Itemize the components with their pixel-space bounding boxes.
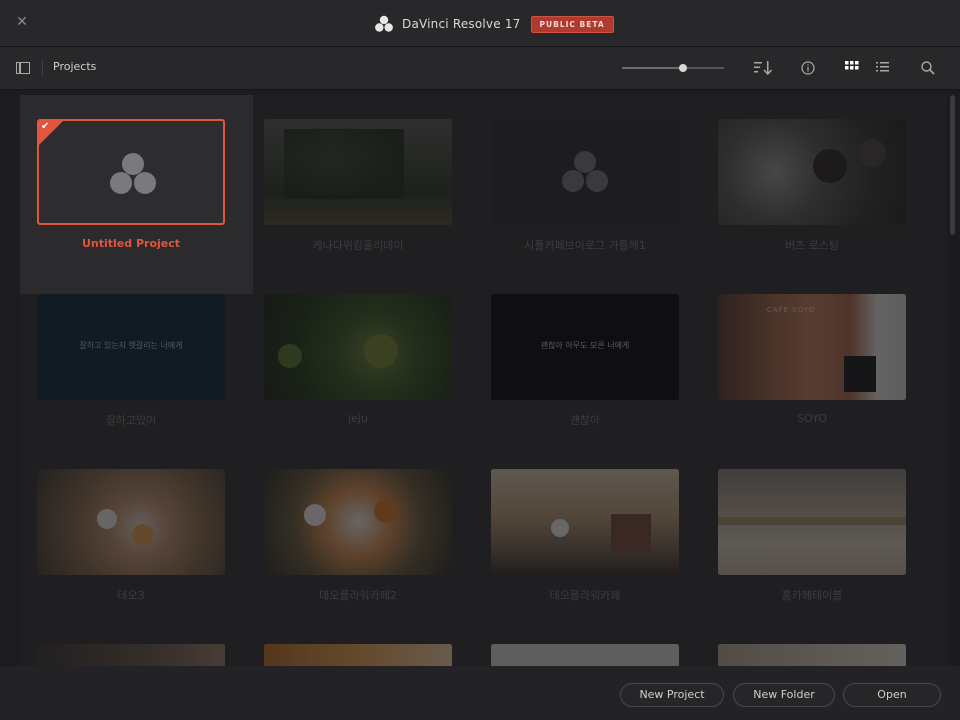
info-icon[interactable]	[800, 60, 816, 76]
open-button[interactable]: Open	[843, 683, 941, 707]
project-thumbnail	[491, 119, 679, 225]
new-folder-button[interactable]: New Folder	[733, 683, 835, 707]
project-label: 잘하고있어	[105, 414, 157, 427]
project-grid: ✔ Untitled Project 케나다위킹홀리데이 시플카페브이로그 가틀…	[20, 95, 947, 678]
project-thumbnail: CAFE SOYO	[718, 294, 906, 400]
toolbar-divider	[42, 59, 43, 77]
project-label: jeju	[348, 412, 368, 425]
project-thumbnail: 잘하고 있는지 헷갈리는 너에게	[37, 294, 225, 400]
project-thumbnail	[264, 119, 452, 225]
project-label: SOYO	[797, 412, 827, 425]
resolve-logo-icon	[110, 153, 156, 194]
slider-fill	[622, 67, 684, 69]
project-thumbnail: ✔	[37, 119, 225, 225]
toolbar: Projects	[0, 47, 960, 90]
project-grid-scrollbar[interactable]	[949, 95, 956, 678]
breadcrumb[interactable]: Projects	[53, 60, 96, 73]
project-label: Untitled Project	[81, 237, 181, 250]
project-label: 버즈 로스팅	[784, 239, 840, 252]
checkmark-icon: ✔	[41, 121, 50, 132]
title-bar: ✕ DaVinci Resolve 17 PUBLIC BETA	[0, 0, 960, 47]
list-view-icon[interactable]	[876, 61, 890, 75]
project-label: 홈카페테이블	[781, 589, 843, 602]
thumbnail-sign-text: CAFE SOYO	[766, 306, 816, 314]
thumbnail-caption: 잘하고 있는지 헷갈리는 너에게	[79, 341, 183, 350]
thumbnail-caption: 괜찮아 아무도 모른 너에게	[540, 341, 630, 350]
project-label: 케나다위킹홀리데이	[312, 239, 404, 252]
project-label: 시플카페브이로그 가틀헤1	[524, 239, 646, 252]
slider-knob[interactable]	[679, 64, 688, 72]
window-title: DaVinci Resolve 17	[402, 17, 521, 31]
project-thumbnail	[491, 469, 679, 575]
public-beta-badge: PUBLIC BETA	[530, 15, 614, 33]
project-label: 데오3	[117, 589, 145, 602]
project-thumbnail	[718, 469, 906, 575]
grid-view-icon[interactable]	[845, 61, 859, 75]
project-label: 데오플라워카페	[549, 589, 621, 602]
thumbnail-size-slider[interactable]	[622, 64, 724, 72]
search-icon[interactable]	[920, 60, 936, 76]
project-thumbnail	[264, 294, 452, 400]
project-label: 괜찮아	[569, 414, 601, 427]
sort-icon[interactable]	[753, 60, 773, 76]
project-thumbnail	[264, 469, 452, 575]
scrollbar-thumb[interactable]	[950, 95, 955, 235]
sidebar-toggle-icon[interactable]	[16, 62, 30, 74]
project-label: 데오플라워카페2	[319, 589, 397, 602]
close-icon[interactable]: ✕	[14, 13, 30, 31]
resolve-logo-icon	[562, 151, 608, 192]
project-thumbnail	[37, 469, 225, 575]
new-project-button[interactable]: New Project	[620, 683, 724, 707]
resolve-logo-icon	[375, 15, 393, 32]
project-thumbnail: 괜찮아 아무도 모른 너에게	[491, 294, 679, 400]
project-thumbnail	[718, 119, 906, 225]
window-title-group: DaVinci Resolve 17 PUBLIC BETA	[374, 13, 614, 35]
